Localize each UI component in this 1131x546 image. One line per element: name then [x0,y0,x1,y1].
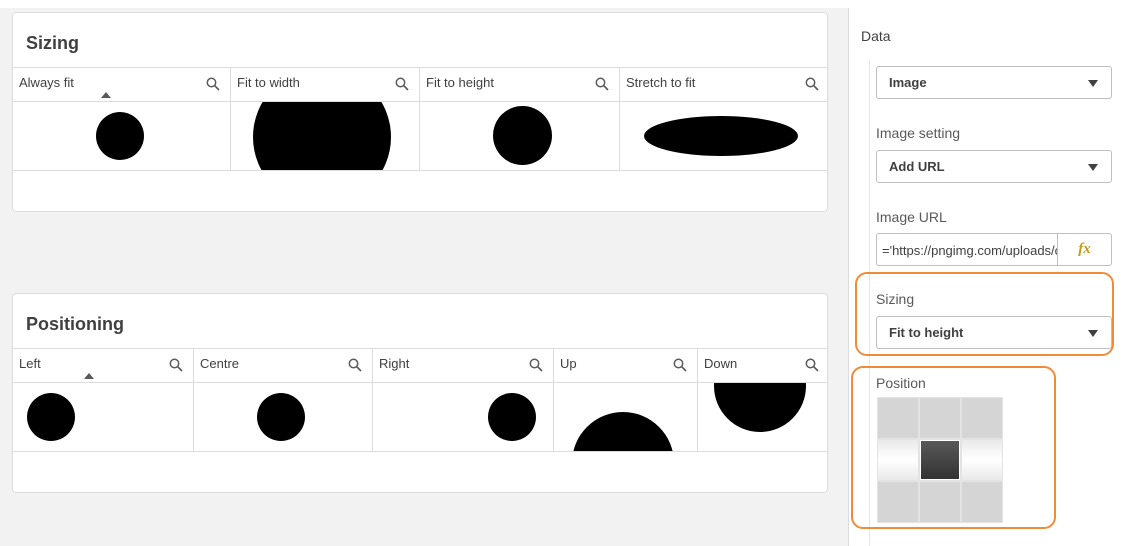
search-icon[interactable] [673,358,687,372]
position-grid [877,397,1003,523]
circle-image [488,393,536,441]
circle-image [714,383,806,432]
search-icon[interactable] [595,77,609,91]
sort-ascending-icon[interactable] [84,373,94,379]
image-url-value: ='https://pngimg.com/uploads/circle/circ… [882,243,1057,258]
search-icon[interactable] [805,358,819,372]
image-cell-left [13,383,194,451]
top-strip [0,0,1131,8]
column-label: Always fit [19,75,74,90]
position-label: Position [876,375,926,391]
sizing-table-title: Sizing [26,33,79,53]
search-icon[interactable] [805,77,819,91]
column-header-centre[interactable]: Centre [194,349,373,382]
positioning-header-row: Left Centre Right Up Down [13,348,827,383]
column-header-fit-to-height[interactable]: Fit to height [420,68,620,101]
column-header-up[interactable]: Up [554,349,698,382]
fx-icon: fx [1078,241,1091,257]
properties-panel: Data Image Image setting Add URL Image U… [848,8,1131,546]
circle-image [257,393,305,441]
positioning-table: Left Centre Right Up Down [13,348,827,452]
position-center-left[interactable] [877,439,919,481]
positioning-table-title: Positioning [26,314,124,334]
circle-image [493,106,552,165]
image-cell-fit-to-width [231,102,420,170]
dropdown-value: Fit to height [889,325,964,340]
sizing-label: Sizing [876,291,915,307]
sizing-header-row: Always fit Fit to width Fit to height St… [13,67,827,102]
caret-down-icon [1088,330,1098,337]
position-top-left[interactable] [877,397,919,439]
image-cell-fit-to-height [420,102,620,170]
column-label: Fit to width [237,75,300,90]
column-header-stretch-to-fit[interactable]: Stretch to fit [620,68,827,101]
dropdown-value: Add URL [889,159,945,174]
image-cell-right [373,383,554,451]
search-icon[interactable] [206,77,220,91]
column-header-left[interactable]: Left [13,349,194,382]
sort-ascending-icon[interactable] [101,92,111,98]
circle-image [27,393,75,441]
position-center[interactable] [919,439,961,481]
position-top-right[interactable] [961,397,1003,439]
position-bottom-left[interactable] [877,481,919,523]
expression-editor-button[interactable]: fx [1057,233,1112,266]
circle-image [572,412,674,451]
sizing-table: Always fit Fit to width Fit to height St… [13,67,827,171]
position-bottom-right[interactable] [961,481,1003,523]
representation-dropdown[interactable]: Image [876,66,1112,99]
column-header-fit-to-width[interactable]: Fit to width [231,68,420,101]
position-center-right[interactable] [961,439,1003,481]
image-url-label: Image URL [876,209,947,225]
image-setting-label: Image setting [876,125,961,141]
image-cell-always-fit [13,102,231,170]
column-header-right[interactable]: Right [373,349,554,382]
search-icon[interactable] [395,77,409,91]
image-url-input[interactable]: ='https://pngimg.com/uploads/circle/circ… [876,233,1057,266]
column-label: Stretch to fit [626,75,696,90]
position-top-center[interactable] [919,397,961,439]
image-cell-up [554,383,698,451]
column-header-down[interactable]: Down [698,349,827,382]
circle-image [253,102,391,170]
dropdown-value: Image [889,75,927,90]
search-icon[interactable] [169,358,183,372]
image-cell-stretch-to-fit [620,102,827,170]
search-icon[interactable] [529,358,543,372]
sizing-dropdown[interactable]: Fit to height [876,316,1112,349]
image-setting-dropdown[interactable]: Add URL [876,150,1112,183]
circle-image [96,112,144,160]
panel-title: Data [861,28,891,44]
column-label: Centre [200,356,240,371]
position-bottom-center[interactable] [919,481,961,523]
panel-divider [869,60,870,546]
column-header-always-fit[interactable]: Always fit [13,68,231,101]
column-label: Up [560,356,577,371]
sizing-table-card: Sizing Always fit Fit to width Fit to he… [12,12,828,212]
column-label: Right [379,356,410,371]
search-icon[interactable] [348,358,362,372]
table-row [13,383,827,452]
column-label: Fit to height [426,75,494,90]
caret-down-icon [1088,164,1098,171]
column-label: Down [704,356,738,371]
image-cell-down [698,383,827,451]
ellipse-image [644,116,798,156]
positioning-table-card: Positioning Left Centre Right Up Down [12,293,828,493]
image-cell-centre [194,383,373,451]
caret-down-icon [1088,80,1098,87]
column-label: Left [19,356,41,371]
table-row [13,102,827,171]
